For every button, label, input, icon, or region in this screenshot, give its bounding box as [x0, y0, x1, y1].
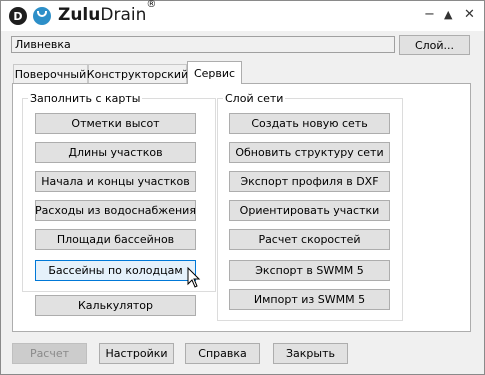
fill-from-map-title: Заполнить с карты [28, 92, 143, 105]
layer-name-field[interactable]: Ливневка [11, 36, 395, 53]
export-dxf-button[interactable]: Экспорт профиля в DXF [229, 171, 390, 192]
tab-konstruktorsky[interactable]: Конструкторский [87, 64, 188, 83]
section-ends-button[interactable]: Начала и концы участков [35, 171, 196, 192]
title-bar: D ZuluDrain® − ▲ ✕ [1, 0, 484, 31]
mouse-cursor-icon [187, 267, 201, 288]
zulu-logo-icon [33, 7, 51, 25]
tab-poverochny[interactable]: Поверочный [13, 64, 88, 83]
close-icon[interactable]: ✕ [464, 7, 475, 23]
registered-mark: ® [146, 0, 157, 11]
app-title-regular: Drain [100, 5, 147, 25]
service-panel: Заполнить с карты Отметки высот Длины уч… [12, 83, 471, 332]
orient-sections-button[interactable]: Ориентировать участки [229, 200, 390, 221]
app-title: ZuluDrain® [58, 0, 156, 25]
close-button[interactable]: Закрыть [273, 343, 348, 364]
update-structure-button[interactable]: Обновить структуру сети [229, 142, 390, 163]
create-network-button[interactable]: Создать новую сеть [229, 113, 390, 134]
import-swmm-button[interactable]: Импорт из SWMM 5 [229, 289, 390, 310]
tab-servis[interactable]: Сервис [187, 61, 242, 84]
main-window: D ZuluDrain® − ▲ ✕ Ливневка Слой... Пове… [0, 0, 485, 375]
basin-areas-button[interactable]: Площади бассейнов [35, 229, 196, 250]
settings-button[interactable]: Настройки [99, 343, 174, 364]
calculator-button[interactable]: Калькулятор [35, 295, 196, 316]
layer-button[interactable]: Слой... [399, 35, 470, 55]
calculate-button[interactable]: Расчет [12, 343, 87, 364]
minimize-icon[interactable]: − [424, 7, 435, 23]
export-swmm-button[interactable]: Экспорт в SWMM 5 [229, 260, 390, 281]
section-lengths-button[interactable]: Длины участков [35, 142, 196, 163]
network-layer-title: Слой сети [223, 92, 286, 105]
water-supply-flows-button[interactable]: Расходы из водоснабжения [35, 200, 196, 221]
logo-d-icon: D [9, 7, 27, 25]
velocity-calc-button[interactable]: Расчет скоростей [229, 229, 390, 250]
elevations-button[interactable]: Отметки высот [35, 113, 196, 134]
restore-icon[interactable]: ▲ [444, 7, 452, 23]
app-title-bold: Zulu [58, 5, 101, 25]
help-button[interactable]: Справка [185, 343, 260, 364]
basins-by-wells-button[interactable]: Бассейны по колодцам [35, 260, 196, 281]
